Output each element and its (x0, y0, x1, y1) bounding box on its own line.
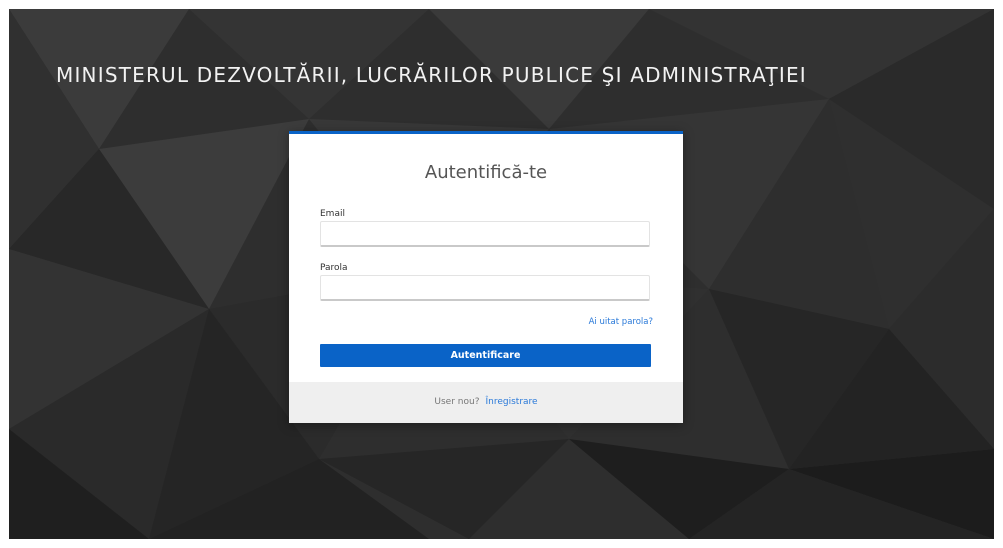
email-label: Email (320, 209, 345, 219)
email-input[interactable] (320, 221, 650, 247)
password-label: Parola (320, 263, 348, 273)
forgot-password-link[interactable]: Ai uitat parola? (589, 317, 653, 327)
card-footer: User nou? Înregistrare (289, 382, 683, 423)
login-title: Autentifică-te (424, 162, 548, 183)
password-input[interactable] (320, 275, 650, 301)
new-user-text: User nou? (434, 397, 480, 407)
page-background: MINISTERUL DEZVOLTĂRII, LUCRĂRILOR PUBLI… (9, 9, 994, 539)
login-button[interactable]: Autentificare (320, 344, 651, 367)
register-link[interactable]: Înregistrare (485, 397, 537, 407)
login-card: Autentifică-te Email Parola Ai uitat par… (289, 131, 683, 423)
ministry-title: MINISTERUL DEZVOLTĂRII, LUCRĂRILOR PUBLI… (56, 63, 807, 87)
